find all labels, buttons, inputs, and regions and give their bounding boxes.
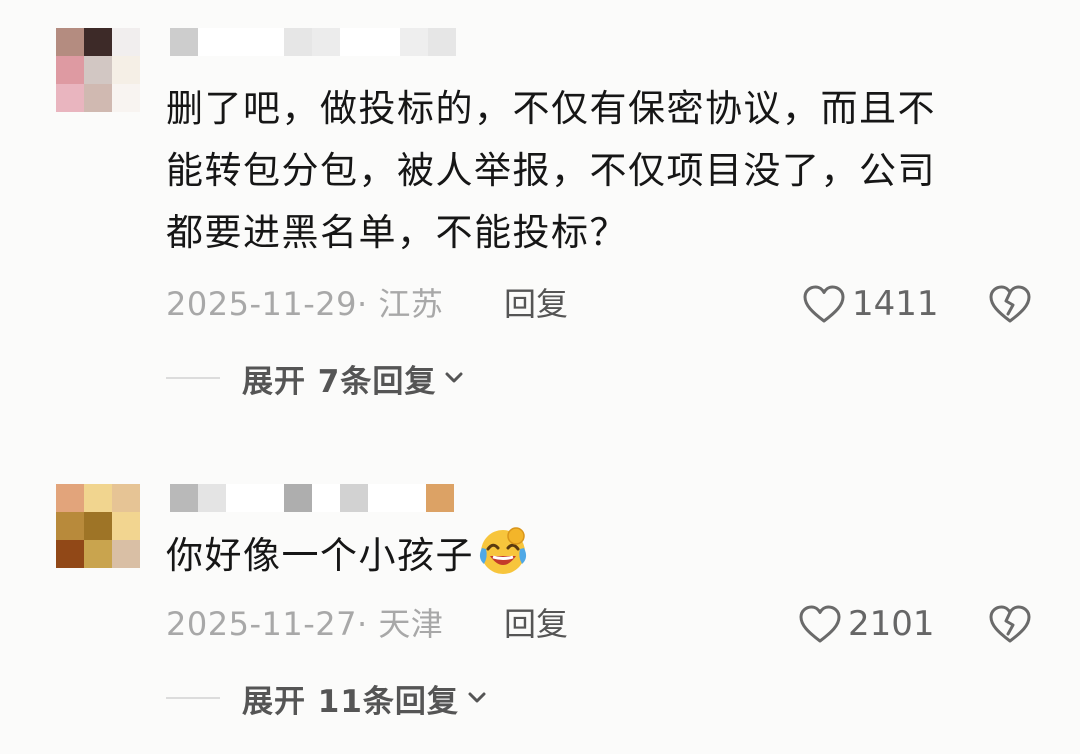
avatar-pixel [56, 28, 84, 56]
reply-button[interactable]: 回复 [504, 282, 568, 326]
username-pixel [170, 484, 198, 512]
avatar-pixel [84, 84, 112, 112]
laughing-crying-face-icon [479, 527, 527, 574]
comment-text-line: 你好像一个小孩子 [166, 534, 474, 577]
username-pixel [226, 484, 284, 512]
date-location: 2025-11-27· 天津 [166, 605, 444, 643]
avatar-pixel [112, 28, 140, 56]
date-location: 2025-11-29· 江苏 [166, 285, 444, 323]
chevron-down-icon [467, 691, 487, 705]
avatar-pixel [112, 484, 140, 512]
broken-heart-icon [989, 285, 1031, 323]
like-count: 1411 [852, 284, 939, 324]
reply-button[interactable]: 回复 [504, 602, 568, 646]
avatar-pixel [56, 84, 84, 112]
username-pixel [312, 484, 340, 512]
avatar-pixel [84, 512, 112, 540]
username-pixel [312, 28, 340, 56]
username-pixel [284, 484, 312, 512]
username-pixel [428, 28, 456, 56]
avatar-pixel [56, 484, 84, 512]
avatar-pixel [84, 484, 112, 512]
avatar-pixel [112, 84, 140, 112]
avatar-pixel [112, 56, 140, 84]
avatar[interactable] [56, 484, 140, 568]
dislike-button[interactable] [988, 602, 1032, 646]
username-pixel [426, 484, 454, 512]
expand-replies-label: 展开 11条回复 [242, 683, 459, 720]
avatar-pixel [112, 540, 140, 568]
comment-text: 你好像一个小孩子 [166, 524, 1026, 587]
avatar-pixel [56, 512, 84, 540]
username-blurred[interactable] [170, 484, 454, 512]
like-button[interactable]: 1411 [802, 282, 939, 326]
expand-replies-button[interactable]: 展开 7条回复 [166, 356, 464, 400]
username-pixel [198, 28, 226, 56]
username-pixel [368, 484, 426, 512]
comment-text-line: 能转包分包，被人举报，不仅项目没了，公司 [166, 149, 936, 192]
username-pixel [226, 28, 284, 56]
comment-meta: 2025-11-29· 江苏 回复 1411 [166, 282, 1046, 326]
comment-text-line: 删了吧，做投标的，不仅有保密协议，而且不 [166, 87, 936, 130]
username-pixel [400, 28, 428, 56]
divider-line [166, 697, 220, 699]
username-pixel [340, 28, 400, 56]
username-pixel [284, 28, 312, 56]
username-pixel [198, 484, 226, 512]
avatar-pixel [84, 540, 112, 568]
comment-meta: 2025-11-27· 天津 回复 2101 [166, 602, 1046, 646]
comment-text-line: 都要进黑名单，不能投标？ [166, 211, 628, 254]
comment-text: 删了吧，做投标的，不仅有保密协议，而且不 能转包分包，被人举报，不仅项目没了，公… [166, 78, 1026, 264]
username-blurred[interactable] [170, 28, 456, 56]
avatar[interactable] [56, 28, 140, 112]
heart-icon [803, 285, 845, 323]
avatar-pixel [56, 540, 84, 568]
username-pixel [170, 28, 198, 56]
divider-line [166, 377, 220, 379]
avatar-pixel [112, 512, 140, 540]
heart-icon [799, 605, 841, 643]
avatar-pixel [56, 56, 84, 84]
expand-replies-label: 展开 7条回复 [242, 363, 437, 400]
like-count: 2101 [848, 604, 935, 644]
like-button[interactable]: 2101 [798, 602, 935, 646]
avatar-pixel [84, 28, 112, 56]
chevron-down-icon [444, 371, 464, 385]
username-pixel [340, 484, 368, 512]
dislike-button[interactable] [988, 282, 1032, 326]
broken-heart-icon [989, 605, 1031, 643]
avatar-pixel [84, 56, 112, 84]
expand-replies-button[interactable]: 展开 11条回复 [166, 676, 487, 720]
